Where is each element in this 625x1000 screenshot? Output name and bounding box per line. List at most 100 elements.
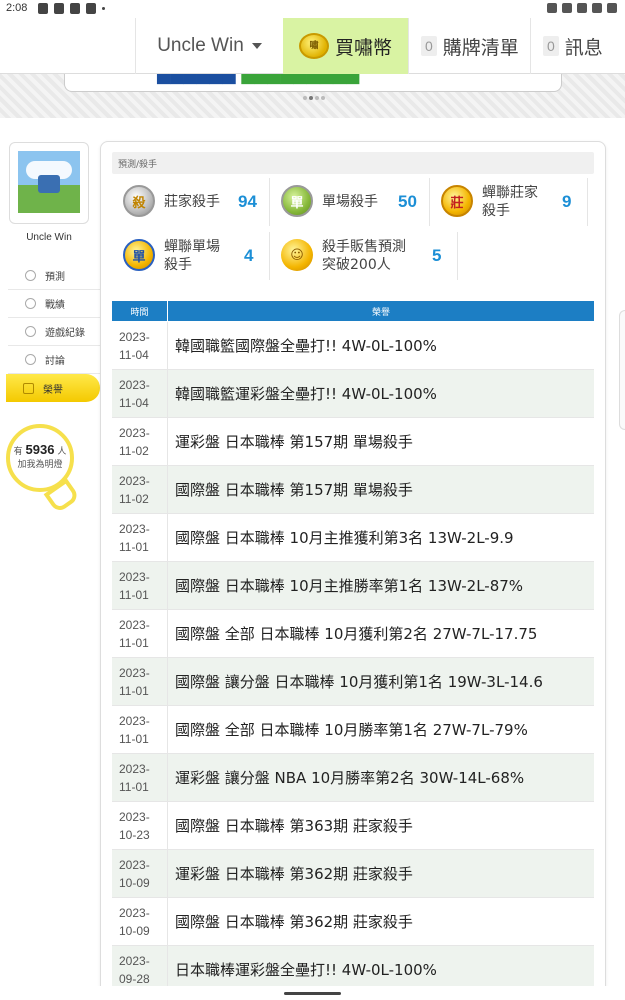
sidebar-item-label: 戰績 bbox=[45, 300, 65, 311]
honor-count: 9 bbox=[562, 192, 572, 211]
row-date: 2023- 11-01 bbox=[112, 706, 168, 753]
row-date: 2023- 11-01 bbox=[112, 658, 168, 705]
row-date-year: 2023- bbox=[119, 330, 150, 344]
honor-consecutive-single-killer: 單 蟬聯單場 殺手 4 bbox=[120, 232, 270, 280]
row-date-year: 2023- bbox=[119, 954, 150, 968]
gesture-bar bbox=[0, 986, 625, 1000]
carousel-dot bbox=[303, 96, 307, 100]
row-date-monthday: 10-09 bbox=[119, 924, 150, 938]
follow-text: 加我為明燈 bbox=[17, 460, 63, 470]
table-row: 2023- 11-01 國際盤 日本職棒 10月主推勝率第1名 13W-2L-87% bbox=[112, 562, 594, 610]
row-honor-text: 國際盤 日本職棒 第157期 單場殺手 bbox=[175, 481, 413, 499]
user-name: Uncle Win bbox=[157, 35, 244, 56]
row-date: 2023- 11-01 bbox=[112, 610, 168, 657]
row-date-monthday: 10-09 bbox=[119, 876, 150, 890]
sidebar-item-label: 預測 bbox=[45, 272, 65, 283]
top-nav: Uncle Win 嘯 買嘯幣 0 購牌清單 0 訊息 bbox=[0, 18, 625, 74]
row-date: 2023- 11-01 bbox=[112, 754, 168, 801]
honor-label: 殺手販售預測 突破200人 bbox=[322, 238, 406, 274]
carousel-dot bbox=[315, 96, 319, 100]
honor-consecutive-banker-killer: 莊 蟬聯莊家殺手 9 bbox=[438, 178, 588, 226]
medal-glyph: 殺 bbox=[123, 185, 155, 217]
tiktok-icon bbox=[54, 3, 64, 14]
honor-label: 蟬聯單場 殺手 bbox=[164, 238, 220, 274]
row-honor-text: 運彩盤 日本職棒 第157期 單場殺手 bbox=[175, 433, 413, 451]
honor-label-line1: 蟬聯單場 bbox=[164, 239, 220, 255]
alarm-icon bbox=[547, 3, 557, 13]
row-date-year: 2023- bbox=[119, 810, 150, 824]
row-date-year: 2023- bbox=[119, 762, 150, 776]
chevron-down-icon bbox=[251, 43, 262, 49]
row-date-year: 2023- bbox=[119, 474, 150, 488]
banner-graphic: ▇▇▇▇▇▇ ▇▇▇▇▇▇▇▇▇ bbox=[157, 74, 360, 85]
trophy-icon bbox=[23, 382, 34, 394]
side-scroll-handle[interactable] bbox=[619, 310, 625, 430]
home-indicator[interactable] bbox=[284, 992, 341, 995]
row-date-monthday: 11-01 bbox=[119, 684, 149, 698]
buy-coins-button[interactable]: 嘯 買嘯幣 bbox=[283, 18, 408, 74]
notification-icons bbox=[38, 3, 105, 14]
carousel-indicator[interactable] bbox=[303, 96, 325, 100]
row-date-monthday: 11-04 bbox=[119, 348, 149, 362]
row-date: 2023- 11-04 bbox=[112, 322, 168, 369]
follow-lightbulb[interactable]: 有 5936 人 加我為明燈 bbox=[6, 424, 74, 492]
medal-glyph: 單 bbox=[123, 239, 155, 271]
cart-count-badge: 0 bbox=[421, 36, 437, 56]
honor-single-killer: 單 單場殺手 50 bbox=[278, 178, 430, 226]
row-honor-text: 運彩盤 讓分盤 NBA 10月勝率第2名 30W-14L-68% bbox=[175, 769, 525, 787]
tiktok-icon bbox=[86, 3, 96, 14]
sidebar-item-discussion[interactable]: 討論 bbox=[8, 346, 100, 374]
user-menu[interactable]: Uncle Win bbox=[135, 18, 283, 74]
target-icon bbox=[25, 270, 36, 281]
row-date-year: 2023- bbox=[119, 666, 150, 680]
breadcrumb: 預測/殺手 bbox=[112, 152, 594, 174]
status-bar: 2:08 bbox=[0, 0, 625, 18]
row-date-monthday: 11-01 bbox=[119, 780, 149, 794]
table-row: 2023- 11-04 韓國職籃國際盤全壘打!! 4W-0L-100% bbox=[112, 322, 594, 370]
sidebar-item-game-history[interactable]: 遊戲紀錄 bbox=[8, 318, 100, 346]
sidebar-menu: 預測 戰績 遊戲紀錄 討論 榮譽 bbox=[6, 262, 100, 402]
honor-count: 5 bbox=[432, 246, 442, 265]
row-honor-text: 國際盤 讓分盤 日本職棒 10月獲利第1名 19W-3L-14.6 bbox=[175, 673, 543, 691]
blue-medal-icon: 單 bbox=[120, 237, 158, 275]
sidebar-item-honor[interactable]: 榮譽 bbox=[6, 374, 100, 402]
smiley-medal-icon: ☺ bbox=[278, 237, 316, 275]
cart-button[interactable]: 0 購牌清單 bbox=[408, 18, 530, 74]
column-header-honor: 榮譽 bbox=[371, 307, 390, 318]
row-date: 2023- 11-02 bbox=[112, 466, 168, 513]
row-honor-text: 韓國職籃國際盤全壘打!! 4W-0L-100% bbox=[175, 337, 437, 355]
row-date: 2023- 11-01 bbox=[112, 514, 168, 561]
row-date-year: 2023- bbox=[119, 858, 150, 872]
row-honor-text: 國際盤 全部 日本職棒 10月獲利第2名 27W-7L-17.75 bbox=[175, 625, 538, 643]
honor-label-line1: 蟬聯莊家 bbox=[482, 185, 538, 201]
discussion-icon bbox=[25, 354, 36, 365]
medal-glyph: 莊 bbox=[441, 185, 473, 217]
sidebar-item-label: 榮譽 bbox=[43, 384, 63, 396]
vibrate-icon bbox=[577, 3, 587, 13]
honor-label: 莊家殺手 bbox=[164, 194, 220, 210]
row-date-monthday: 11-04 bbox=[119, 396, 149, 410]
coin-icon: 嘯 bbox=[298, 33, 329, 59]
row-date: 2023- 11-02 bbox=[112, 418, 168, 465]
honor-table-body: 2023- 11-04 韓國職籃國際盤全壘打!! 4W-0L-100% 2023- 11… bbox=[112, 322, 594, 994]
row-date-monthday: 11-02 bbox=[119, 492, 149, 506]
sidebar-username: Uncle Win bbox=[26, 232, 72, 243]
chat-icon bbox=[25, 298, 36, 309]
messages-button[interactable]: 0 訊息 bbox=[530, 18, 625, 74]
row-date-monthday: 10-23 bbox=[119, 828, 150, 842]
row-date-year: 2023- bbox=[119, 522, 150, 536]
row-honor-text: 國際盤 日本職棒 10月主推獲利第3名 13W-2L-9.9 bbox=[175, 529, 514, 547]
row-date-year: 2023- bbox=[119, 570, 150, 584]
sidebar-item-record[interactable]: 戰績 bbox=[8, 290, 100, 318]
promo-banner[interactable]: ▇▇▇▇▇▇ ▇▇▇▇▇▇▇▇▇ bbox=[64, 74, 562, 92]
row-date: 2023- 10-23 bbox=[112, 802, 168, 849]
honor-label-line2: 殺手 bbox=[482, 203, 510, 219]
sidebar-item-predict[interactable]: 預測 bbox=[8, 262, 100, 290]
system-icons bbox=[547, 3, 617, 13]
message-count-badge: 0 bbox=[543, 36, 559, 56]
battery-icon bbox=[607, 3, 617, 13]
column-header-time: 時間 bbox=[112, 301, 168, 321]
notification-app-icon bbox=[70, 3, 80, 14]
avatar[interactable] bbox=[18, 151, 80, 213]
table-row: 2023- 10-23 國際盤 日本職棒 第363期 莊家殺手 bbox=[112, 802, 594, 850]
